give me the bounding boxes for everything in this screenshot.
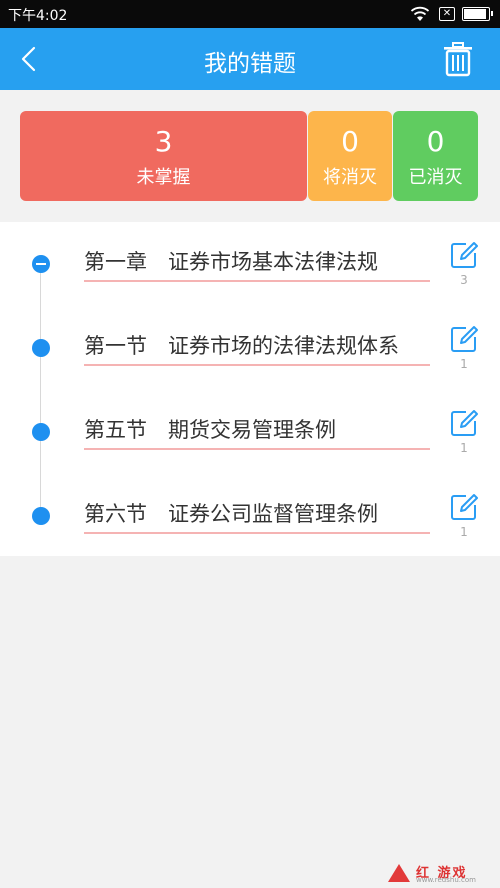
nav-bar: 我的错题 [0,28,500,90]
edit-icon[interactable] [449,324,479,354]
status-bar: 下午4:02 ✕ [0,0,500,28]
item-count: 3 [460,273,468,287]
list-item[interactable]: 第五节 期货交易管理条例 1 [0,390,500,474]
stat-unmastered-label: 未掌握 [136,167,191,188]
stat-cleared[interactable]: 0 已消灭 [393,111,478,201]
edit-icon[interactable] [449,408,479,438]
edit-icon[interactable] [449,240,479,270]
watermark-icon [388,864,410,882]
list-item[interactable]: 第一章 证券市场基本法律法规 3 [0,222,500,306]
stat-cleared-label: 已消灭 [408,167,463,188]
watermark-logo: 红 游戏 www.redshu.com [386,860,496,886]
divider [84,448,430,450]
timeline-dot [32,339,50,357]
list-item[interactable]: 第一节 证券市场的法律法规体系 1 [0,306,500,390]
item-count: 1 [460,441,468,455]
stat-unmastered[interactable]: 3 未掌握 [20,111,307,201]
divider [84,364,430,366]
page-title: 我的错题 [204,51,296,77]
timeline-dot [32,423,50,441]
list-item-title: 第一节 证券市场的法律法规体系 [84,334,399,358]
list-item-title: 第五节 期货交易管理条例 [84,418,336,442]
wrong-question-list: 第一章 证券市场基本法律法规 3 第一节 证券市场的法律法规体系 1 第五节 期… [0,222,500,556]
timeline-dot [32,507,50,525]
stat-pending-value: 0 [341,125,359,158]
battery-icon [462,7,493,21]
watermark-url: www.redshu.com [416,876,476,884]
divider [84,532,430,534]
divider [84,280,430,282]
stat-cleared-value: 0 [426,125,445,158]
item-count: 1 [460,525,468,539]
edit-icon[interactable] [449,492,479,522]
wifi-icon [410,6,430,21]
stat-unmastered-value: 3 [154,125,173,158]
trash-icon[interactable] [440,40,476,78]
list-item[interactable]: 第六节 证券公司监督管理条例 1 [0,474,500,558]
stat-pending[interactable]: 0 将消灭 [308,111,392,201]
item-count: 1 [460,357,468,371]
collapse-icon[interactable] [32,255,50,273]
list-item-title: 第六节 证券公司监督管理条例 [84,502,378,526]
status-time: 下午4:02 [8,8,68,24]
stat-pending-label: 将消灭 [323,167,377,188]
stats-panel: 3 未掌握 0 将消灭 0 已消灭 [20,111,478,201]
list-item-title: 第一章 证券市场基本法律法规 [84,250,378,274]
no-sim-icon: ✕ [439,7,455,21]
